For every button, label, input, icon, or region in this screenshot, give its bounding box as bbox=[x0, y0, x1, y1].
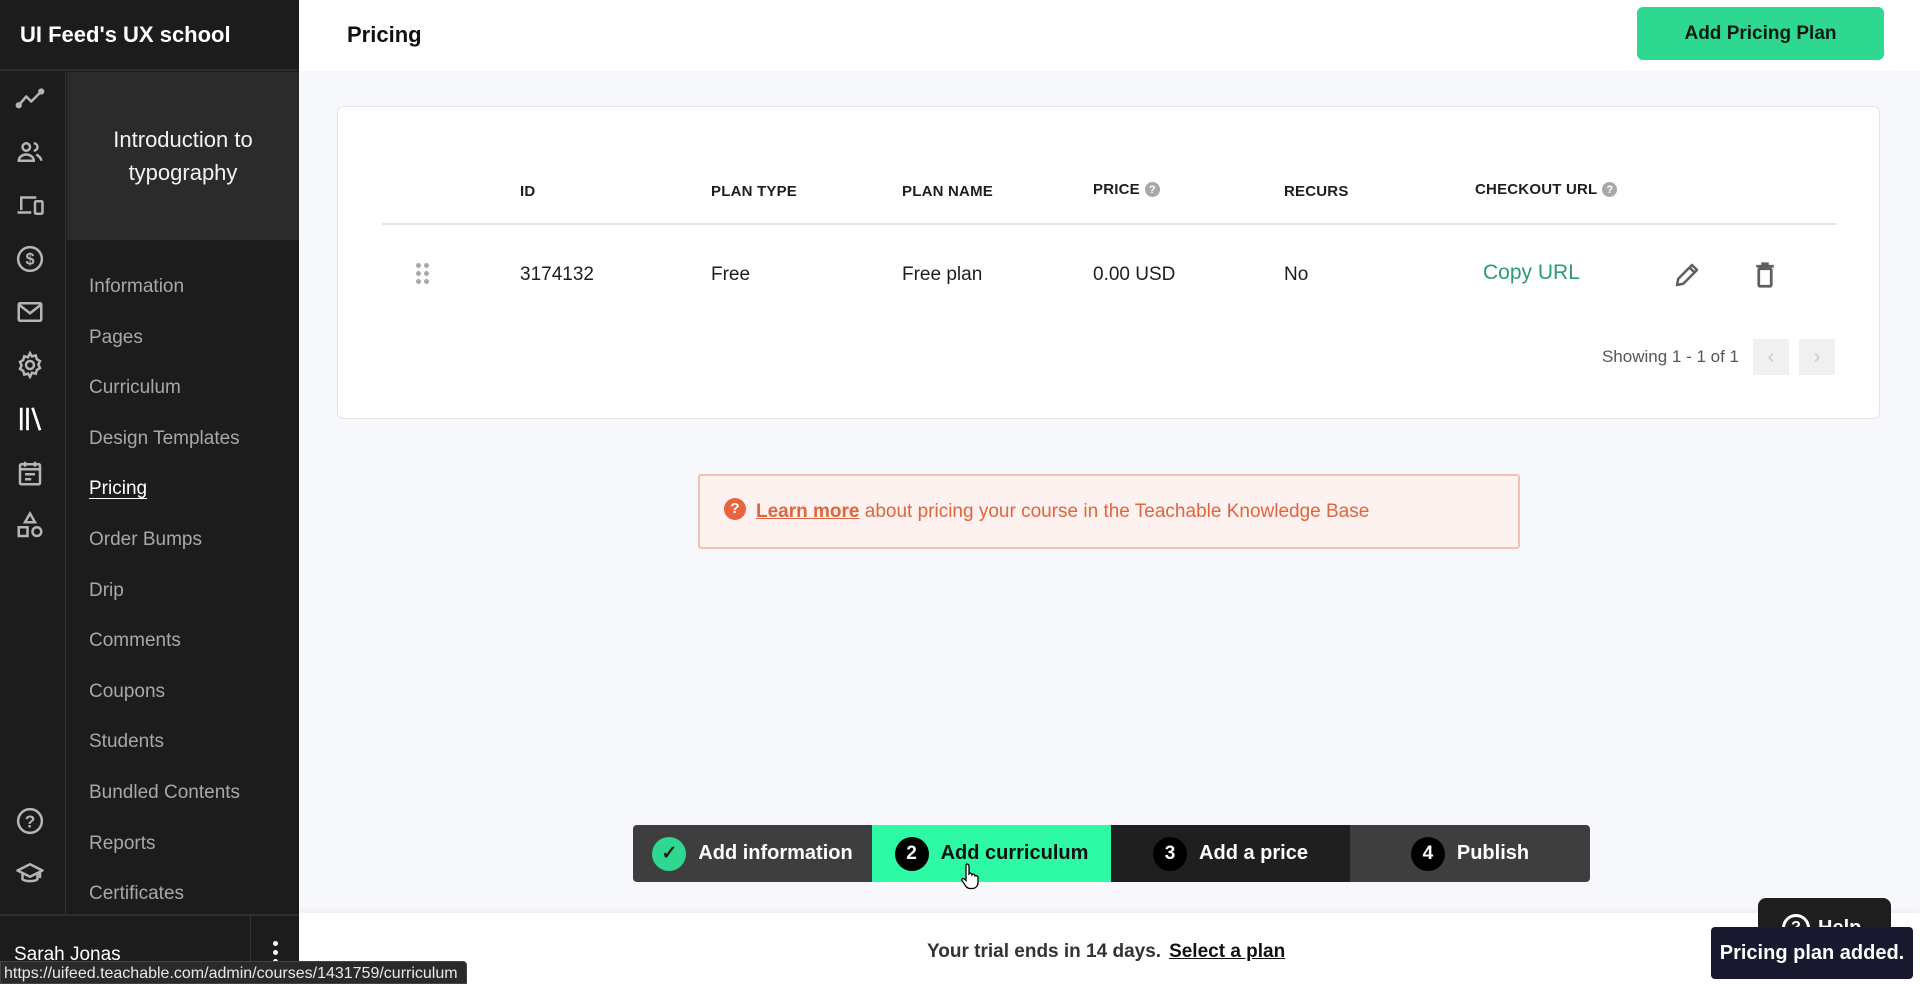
step-add-curriculum[interactable]: 2 Add curriculum bbox=[872, 825, 1111, 882]
dollar-icon[interactable]: $ bbox=[13, 242, 47, 276]
toast-notification: Pricing plan added. bbox=[1711, 927, 1913, 979]
add-pricing-plan-button[interactable]: Add Pricing Plan bbox=[1637, 7, 1884, 60]
course-setup-stepper: ✓ Add information 2 Add curriculum 3 Add… bbox=[633, 825, 1590, 882]
edit-pencil-icon[interactable] bbox=[1672, 260, 1702, 290]
nav-item-pricing[interactable]: Pricing bbox=[67, 464, 299, 515]
nav-item-curriculum[interactable]: Curriculum bbox=[67, 363, 299, 414]
pagination-status: Showing 1 - 1 of 1 bbox=[1601, 347, 1739, 366]
step-label: Add a price bbox=[1199, 842, 1308, 864]
svg-text:?: ? bbox=[25, 811, 36, 831]
school-name[interactable]: UI Feed's UX school bbox=[20, 22, 231, 48]
column-header-plan-type: PLAN TYPE bbox=[711, 183, 797, 200]
nav-item-certificates[interactable]: Certificates bbox=[67, 869, 299, 920]
nav-item-students[interactable]: Students bbox=[67, 717, 299, 768]
select-plan-link[interactable]: Select a plan bbox=[1169, 941, 1285, 962]
nav-item-reports[interactable]: Reports bbox=[67, 819, 299, 870]
users-icon[interactable] bbox=[13, 135, 47, 169]
nav-item-order-bumps[interactable]: Order Bumps bbox=[67, 515, 299, 566]
table-row: 3174132 Free Free plan 0.00 USD No Copy … bbox=[382, 226, 1837, 326]
step-number: 3 bbox=[1153, 836, 1188, 871]
cell-plan-type: Free bbox=[711, 264, 751, 285]
price-help-icon[interactable]: ? bbox=[1144, 182, 1160, 197]
icon-rail-icons: $ ? bbox=[0, 72, 66, 914]
table-header: ID PLAN TYPE PLAN NAME PRICE? RECURS CHE… bbox=[382, 173, 1837, 225]
pricing-plans-card: ID PLAN TYPE PLAN NAME PRICE? RECURS CHE… bbox=[337, 106, 1880, 419]
info-banner-text: Learn more about pricing your course in … bbox=[756, 500, 1370, 522]
nav-item-pages[interactable]: Pages bbox=[67, 313, 299, 364]
devices-icon[interactable] bbox=[13, 188, 47, 222]
nav-item-information[interactable]: Information bbox=[67, 262, 299, 313]
column-header-id: ID bbox=[520, 183, 536, 200]
school-header: UI Feed's UX school bbox=[0, 0, 299, 71]
cell-id: 3174132 bbox=[520, 264, 594, 285]
next-page-button[interactable]: › bbox=[1799, 339, 1835, 375]
checkmark-icon: ✓ bbox=[652, 836, 687, 871]
nav-item-design-templates[interactable]: Design Templates bbox=[67, 414, 299, 465]
knowledge-base-banner: ? Learn more about pricing your course i… bbox=[698, 474, 1520, 549]
column-header-checkout-url: CHECKOUT URL? bbox=[1475, 181, 1618, 198]
trial-message: Your trial ends in 14 days. Select a plan bbox=[927, 941, 1286, 962]
cell-price: 0.00 USD bbox=[1093, 264, 1176, 285]
question-circle-icon: ? bbox=[724, 497, 746, 520]
step-publish[interactable]: 4 Publish bbox=[1350, 825, 1590, 882]
status-bar-url: https://uifeed.teachable.com/admin/cours… bbox=[0, 961, 467, 984]
drag-handle-icon[interactable] bbox=[416, 263, 430, 285]
graduation-cap-icon[interactable] bbox=[13, 856, 47, 890]
gear-icon[interactable] bbox=[13, 348, 47, 382]
cell-plan-name: Free plan bbox=[902, 264, 983, 285]
copy-url-link[interactable]: Copy URL bbox=[1483, 261, 1580, 285]
step-add-a-price[interactable]: 3 Add a price bbox=[1111, 825, 1350, 882]
topbar: Pricing Add Pricing Plan bbox=[299, 0, 1920, 71]
step-label: Add information bbox=[698, 842, 853, 864]
svg-text:$: $ bbox=[25, 251, 34, 269]
step-label: Publish bbox=[1456, 842, 1530, 864]
nav-item-drip[interactable]: Drip bbox=[67, 566, 299, 617]
analytics-icon[interactable] bbox=[13, 82, 47, 116]
step-add-information[interactable]: ✓ Add information bbox=[633, 825, 872, 882]
column-header-plan-name: PLAN NAME bbox=[902, 183, 993, 200]
library-icon[interactable] bbox=[13, 402, 47, 436]
hand-cursor-icon bbox=[961, 863, 979, 890]
pagination: Showing 1 - 1 of 1 ‹ › bbox=[1602, 339, 1835, 375]
prev-page-button[interactable]: ‹ bbox=[1753, 339, 1789, 375]
help-icon[interactable]: ? bbox=[13, 804, 47, 838]
page-title: Pricing bbox=[347, 22, 422, 47]
learn-more-link[interactable]: Learn more bbox=[756, 501, 859, 522]
trial-bar: Your trial ends in 14 days. Select a plan bbox=[299, 913, 1920, 984]
delete-trash-icon[interactable] bbox=[1750, 260, 1780, 290]
step-number: 2 bbox=[894, 836, 929, 871]
shapes-icon[interactable] bbox=[13, 509, 47, 543]
column-header-price: PRICE? bbox=[1093, 181, 1160, 198]
course-title-box: Introduction to typography bbox=[67, 72, 299, 240]
calendar-icon[interactable] bbox=[13, 456, 47, 490]
mail-icon[interactable] bbox=[13, 295, 47, 329]
step-number: 4 bbox=[1410, 836, 1445, 871]
course-title: Introduction to typography bbox=[113, 127, 253, 185]
nav-item-comments[interactable]: Comments bbox=[67, 616, 299, 667]
nav-item-bundled-contents[interactable]: Bundled Contents bbox=[67, 768, 299, 819]
nav-item-coupons[interactable]: Coupons bbox=[67, 667, 299, 718]
course-nav: Information Pages Curriculum Design Temp… bbox=[67, 262, 299, 920]
cell-recurs: No bbox=[1284, 264, 1309, 285]
column-header-recurs: RECURS bbox=[1284, 183, 1349, 200]
checkout-url-help-icon[interactable]: ? bbox=[1602, 182, 1618, 197]
